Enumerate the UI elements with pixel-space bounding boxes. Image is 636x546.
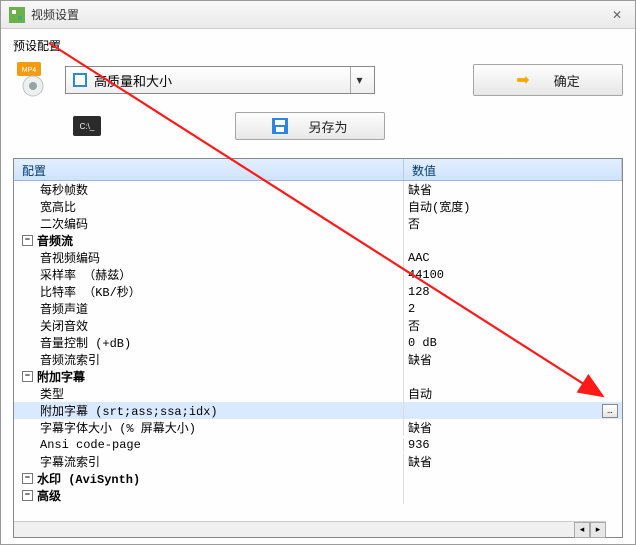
property-row[interactable]: 附加字幕 (srt;ass;ssa;idx) …	[14, 402, 622, 419]
property-row[interactable]: 关闭音效否	[14, 317, 622, 334]
close-icon[interactable]: ✕	[607, 5, 627, 25]
property-row[interactable]: 采样率 （赫兹）44100	[14, 266, 622, 283]
property-value[interactable]: 自动	[404, 385, 622, 402]
property-grid: 配置 数值 每秒帧数缺省宽高比自动(宽度)二次编码否−音频流音视频编码AAC采样…	[13, 158, 623, 538]
property-row[interactable]: 音频流索引缺省	[14, 351, 622, 368]
property-value[interactable]: 缺省	[404, 419, 622, 436]
property-row[interactable]: 宽高比自动(宽度)	[14, 198, 622, 215]
property-name: 采样率 （赫兹）	[14, 266, 404, 283]
property-row[interactable]: 音量控制 (+dB)0 dB	[14, 334, 622, 351]
app-icon	[9, 7, 25, 23]
property-row[interactable]: 比特率 （KB/秒）128	[14, 283, 622, 300]
ok-label: 确定	[554, 71, 580, 90]
titlebar: 视频设置 ✕	[1, 1, 635, 29]
save-icon	[272, 118, 288, 134]
preset-label: 预设配置	[13, 37, 623, 54]
second-row: C:\_ 另存为	[73, 112, 623, 140]
property-value[interactable]: 缺省	[404, 453, 622, 470]
content-area: 预设配置 MP4 高质量和大小 ▾ ➡ 确定 C:\_	[1, 29, 635, 546]
collapse-toggle-icon[interactable]: −	[22, 371, 33, 382]
property-name: 类型	[14, 385, 404, 402]
grid-body[interactable]: 每秒帧数缺省宽高比自动(宽度)二次编码否−音频流音视频编码AAC采样率 （赫兹）…	[14, 181, 622, 521]
film-icon	[72, 72, 88, 88]
property-name: 音量控制 (+dB)	[14, 334, 404, 351]
preset-dropdown[interactable]: 高质量和大小 ▾	[65, 66, 375, 94]
property-name: Ansi code-page	[14, 438, 404, 452]
property-name: 音频流索引	[14, 351, 404, 368]
property-name: 字幕流索引	[14, 453, 404, 470]
collapse-toggle-icon[interactable]: −	[22, 473, 33, 484]
group-name: −高级	[14, 487, 404, 504]
header-value: 数值	[404, 159, 622, 180]
grid-header: 配置 数值	[14, 159, 622, 181]
svg-text:MP4: MP4	[22, 67, 37, 74]
scroll-left-icon[interactable]: ◂	[574, 522, 590, 538]
property-row[interactable]: 音视频编码AAC	[14, 249, 622, 266]
property-name: 宽高比	[14, 198, 404, 215]
property-value[interactable]: 936	[404, 438, 622, 452]
chevron-down-icon: ▾	[350, 67, 368, 93]
property-value[interactable]: 缺省	[404, 351, 622, 368]
group-row[interactable]: −高级	[14, 487, 622, 504]
property-name: 比特率 （KB/秒）	[14, 283, 404, 300]
console-icon[interactable]: C:\_	[73, 116, 101, 136]
property-row[interactable]: Ansi code-page936	[14, 436, 622, 453]
save-as-label: 另存为	[308, 117, 347, 136]
property-row[interactable]: 每秒帧数缺省	[14, 181, 622, 198]
save-as-button[interactable]: 另存为	[235, 112, 385, 140]
property-name: 音频声道	[14, 300, 404, 317]
property-value[interactable]: AAC	[404, 251, 622, 265]
format-icon: MP4	[13, 60, 53, 100]
video-settings-dialog: 视频设置 ✕ 预设配置 MP4 高质量和大小 ▾ ➡ 确定 C:\_	[0, 0, 636, 545]
group-row[interactable]: −水印 (AviSynth)	[14, 470, 622, 487]
property-name: 音视频编码	[14, 249, 404, 266]
group-name: −附加字幕	[14, 368, 404, 385]
scroll-right-icon[interactable]: ▸	[590, 522, 606, 538]
horizontal-scrollbar[interactable]: ◂ ▸	[14, 521, 606, 537]
property-row[interactable]: 二次编码否	[14, 215, 622, 232]
ok-button[interactable]: ➡ 确定	[473, 64, 623, 96]
group-row[interactable]: −音频流	[14, 232, 622, 249]
property-value[interactable]: 44100	[404, 268, 622, 282]
property-name: 附加字幕 (srt;ass;ssa;idx)	[14, 402, 404, 419]
top-row: MP4 高质量和大小 ▾ ➡ 确定	[13, 60, 623, 100]
property-value[interactable]: …	[404, 404, 622, 418]
property-row[interactable]: 音频声道2	[14, 300, 622, 317]
property-row[interactable]: 字幕字体大小 (% 屏幕大小)缺省	[14, 419, 622, 436]
preset-value: 高质量和大小	[94, 71, 350, 90]
property-value[interactable]: 自动(宽度)	[404, 198, 622, 215]
window-title: 视频设置	[31, 6, 607, 23]
property-value[interactable]: 0 dB	[404, 336, 622, 350]
property-value[interactable]: 128	[404, 285, 622, 299]
group-name: −水印 (AviSynth)	[14, 470, 404, 487]
property-row[interactable]: 类型自动	[14, 385, 622, 402]
property-value[interactable]: 否	[404, 215, 622, 232]
arrow-right-icon: ➡	[516, 70, 529, 90]
property-value[interactable]: 否	[404, 317, 622, 334]
property-row[interactable]: 字幕流索引缺省	[14, 453, 622, 470]
property-value[interactable]: 缺省	[404, 181, 622, 198]
property-name: 二次编码	[14, 215, 404, 232]
collapse-toggle-icon[interactable]: −	[22, 490, 33, 501]
property-value[interactable]: 2	[404, 302, 622, 316]
header-name: 配置	[14, 159, 404, 180]
browse-button[interactable]: …	[602, 404, 618, 418]
group-row[interactable]: −附加字幕	[14, 368, 622, 385]
property-name: 关闭音效	[14, 317, 404, 334]
group-name: −音频流	[14, 232, 404, 249]
property-name: 每秒帧数	[14, 181, 404, 198]
property-name: 字幕字体大小 (% 屏幕大小)	[14, 419, 404, 436]
collapse-toggle-icon[interactable]: −	[22, 235, 33, 246]
